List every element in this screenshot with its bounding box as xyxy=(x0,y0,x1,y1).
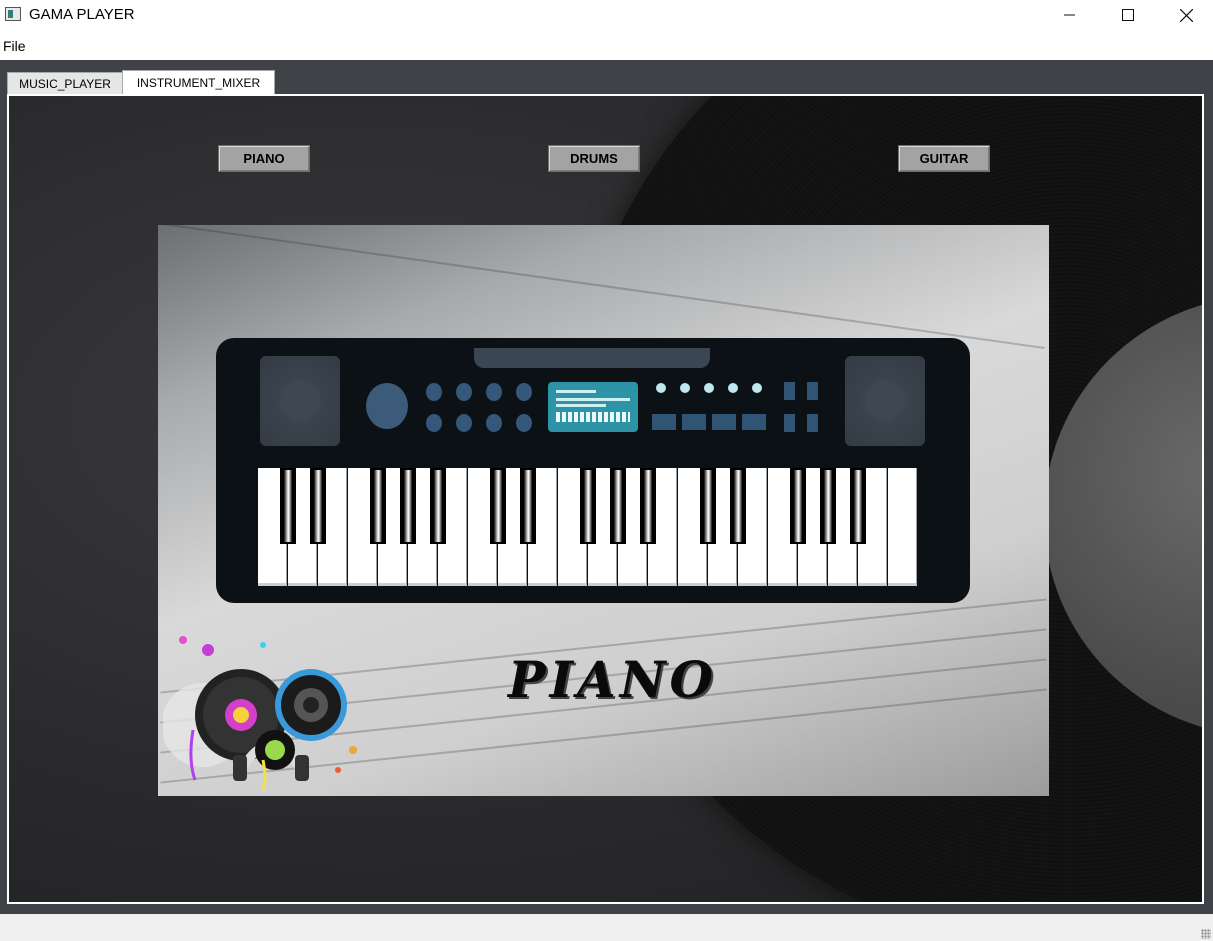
white-key xyxy=(888,468,917,586)
drums-button[interactable]: DRUMS xyxy=(548,145,640,172)
indicator-led xyxy=(656,383,666,393)
tab-instrument-mixer[interactable]: INSTRUMENT_MIXER xyxy=(122,70,275,95)
black-key xyxy=(580,468,596,544)
minimize-icon xyxy=(1064,14,1075,16)
instrument-name-label: PIANO xyxy=(508,650,718,709)
keyboard-switch xyxy=(807,414,818,432)
black-key xyxy=(790,468,806,544)
left-speaker xyxy=(260,356,340,446)
black-key xyxy=(280,468,296,544)
control-knob xyxy=(456,383,472,401)
keyboard-switch xyxy=(807,382,818,400)
black-key xyxy=(850,468,866,544)
black-key xyxy=(400,468,416,544)
music-logo xyxy=(163,636,357,790)
sheet-music-line xyxy=(162,225,1045,349)
status-bar xyxy=(0,914,1213,941)
keyboard-pad xyxy=(682,414,706,430)
black-key xyxy=(490,468,506,544)
black-key xyxy=(700,468,716,544)
maximize-button[interactable] xyxy=(1099,0,1157,30)
maximize-icon xyxy=(1122,9,1134,21)
control-knob xyxy=(486,383,502,401)
right-speaker xyxy=(845,356,925,446)
control-knob xyxy=(486,414,502,432)
indicator-led xyxy=(680,383,690,393)
guitar-button[interactable]: GUITAR xyxy=(898,145,990,172)
app-icon xyxy=(5,7,21,21)
indicator-led xyxy=(728,383,738,393)
instrument-display: PIANO xyxy=(158,225,1049,796)
control-knob xyxy=(516,414,532,432)
keyboard-pad xyxy=(712,414,736,430)
black-key xyxy=(640,468,656,544)
control-knob xyxy=(456,414,472,432)
control-knob xyxy=(426,414,442,432)
window-title: GAMA PLAYER xyxy=(29,6,135,23)
title-bar: GAMA PLAYER xyxy=(0,0,1213,30)
black-key xyxy=(520,468,536,544)
black-key xyxy=(730,468,746,544)
keyboard-illustration xyxy=(216,338,970,603)
volume-knob xyxy=(366,383,408,429)
piano-keys xyxy=(258,468,926,586)
menu-bar: File xyxy=(0,30,1213,60)
piano-button[interactable]: PIANO xyxy=(218,145,310,172)
indicator-led xyxy=(752,383,762,393)
indicator-led xyxy=(704,383,714,393)
tab-music-player[interactable]: MUSIC_PLAYER xyxy=(7,72,123,94)
keyboard-switch xyxy=(784,382,795,400)
minimize-button[interactable] xyxy=(1041,0,1099,30)
control-knob xyxy=(426,383,442,401)
black-key xyxy=(430,468,446,544)
menu-file[interactable]: File xyxy=(3,38,26,54)
close-button[interactable] xyxy=(1157,0,1213,30)
control-knob xyxy=(516,383,532,401)
keyboard-screen xyxy=(548,382,638,432)
keyboard-pad xyxy=(742,414,766,430)
keyboard-handle xyxy=(474,348,710,368)
black-key xyxy=(820,468,836,544)
black-key xyxy=(310,468,326,544)
keyboard-switch xyxy=(784,414,795,432)
close-icon xyxy=(1179,8,1193,22)
black-key xyxy=(370,468,386,544)
resize-grip-icon[interactable] xyxy=(1201,929,1211,939)
keyboard-pad xyxy=(652,414,676,430)
black-key xyxy=(610,468,626,544)
